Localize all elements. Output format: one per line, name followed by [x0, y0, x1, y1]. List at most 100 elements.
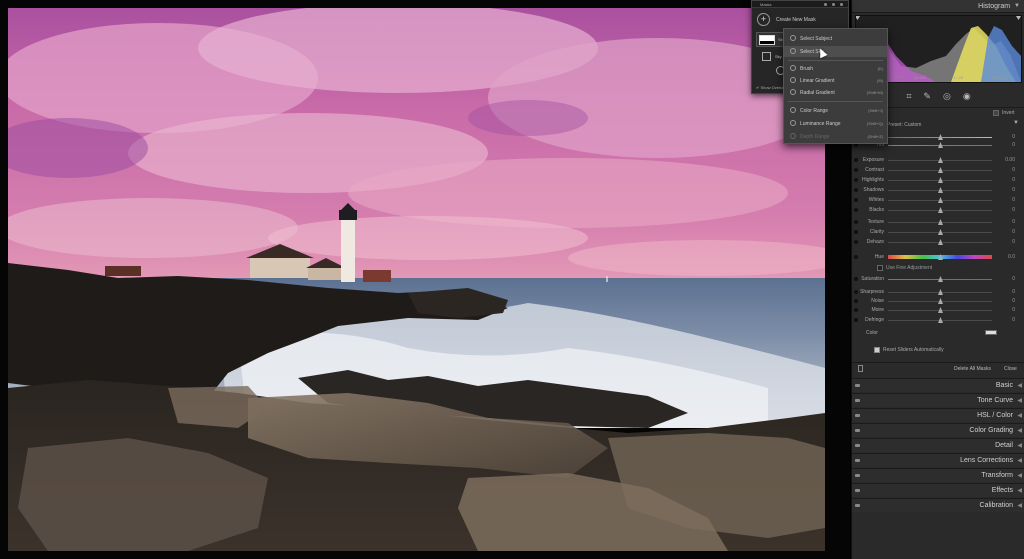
slider-exposure[interactable]: Exposure 0.00 [852, 156, 1024, 164]
expand-arrow-icon[interactable]: ◀ [1017, 412, 1022, 419]
slider-label: Moire [871, 307, 884, 313]
reset-sliders-checkbox[interactable] [874, 347, 880, 353]
plus-icon[interactable]: + [757, 13, 770, 26]
collapse-triangle-icon[interactable]: ▼ [1014, 3, 1020, 9]
section-toggle-switch[interactable] [855, 399, 860, 402]
slider-highlights[interactable]: Highlights 0 [852, 176, 1024, 184]
slider-value[interactable]: 0 [1012, 298, 1015, 304]
slider-sharpness[interactable]: Sharpness 0 [852, 288, 1024, 296]
masks-title: Masks [760, 2, 772, 7]
slider-saturation[interactable]: Saturation 0 [852, 275, 1024, 283]
expand-arrow-icon[interactable]: ◀ [1017, 397, 1022, 404]
section-color-grading[interactable]: Color Grading ◀ [852, 423, 1024, 437]
slider-noise[interactable]: Noise 0 [852, 297, 1024, 305]
red-eye-tool-icon[interactable]: ◎ [943, 91, 951, 102]
slider-value[interactable]: 0 [1012, 307, 1015, 313]
expand-arrow-icon[interactable]: ◀ [1017, 382, 1022, 389]
slider-value[interactable]: 0.0 [1008, 254, 1015, 260]
slider-hue[interactable]: Hue 0.0 [852, 253, 1024, 261]
menu-item-luminance-range[interactable]: Luminance Range (Shift+Q) [784, 118, 887, 129]
slider-value[interactable]: 0 [1012, 142, 1015, 148]
slider-value[interactable]: 0 [1012, 317, 1015, 323]
slider-value[interactable]: 0 [1012, 207, 1015, 213]
section-detail[interactable]: Detail ◀ [852, 438, 1024, 452]
menu-item-label: Color Range [800, 108, 829, 114]
crop-tool-icon[interactable]: ⌗ [906, 91, 911, 102]
slider-value[interactable]: 0 [1012, 219, 1015, 225]
slider-defringe[interactable]: Defringe 0 [852, 316, 1024, 324]
menu-item-select-subject[interactable]: Select Subject [784, 33, 887, 44]
slider-value[interactable]: 0 [1012, 289, 1015, 295]
section-toggle-switch[interactable] [855, 504, 860, 507]
slider-value[interactable]: 0 [1012, 134, 1015, 140]
section-tone-curve[interactable]: Tone Curve ◀ [852, 393, 1024, 407]
slider-value[interactable]: 0 [1012, 187, 1015, 193]
create-new-mask-row[interactable]: + Create New Mask [757, 13, 816, 26]
masking-tool-icon[interactable]: ◉ [963, 91, 971, 102]
slider-value[interactable]: 0 [1012, 276, 1015, 282]
section-label: Color Grading [969, 427, 1013, 434]
histogram-header[interactable]: Histogram ▼ [852, 0, 1024, 13]
exif-shutter: 1/60 sec [991, 75, 1007, 80]
photo-canvas[interactable] [0, 0, 850, 559]
menu-item-linear-gradient[interactable]: Linear Gradient (M) [784, 75, 887, 86]
trash-icon[interactable] [858, 365, 863, 372]
menu-item-depth-range[interactable]: Depth Range (Shift+Z) [784, 131, 887, 142]
section-toggle-switch[interactable] [855, 489, 860, 492]
menu-item-select-sky[interactable]: Select Sky [784, 46, 887, 57]
section-toggle-switch[interactable] [855, 444, 860, 447]
section-toggle-switch[interactable] [855, 459, 860, 462]
section-calibration[interactable]: Calibration ◀ [852, 498, 1024, 512]
slider-blacks[interactable]: Blacks 0 [852, 206, 1024, 214]
menu-item-icon [790, 133, 796, 139]
expand-arrow-icon[interactable]: ◀ [1017, 472, 1022, 479]
section-toggle-switch[interactable] [855, 384, 860, 387]
section-lens-corrections[interactable]: Lens Corrections ◀ [852, 453, 1024, 467]
slider-whites[interactable]: Whites 0 [852, 196, 1024, 204]
photo-with-sky-mask-overlay[interactable] [8, 8, 825, 551]
slider-value[interactable]: 0 [1012, 177, 1015, 183]
menu-item-brush[interactable]: Brush (K) [784, 63, 887, 74]
menu-item-label: Radial Gradient [800, 90, 835, 96]
expand-arrow-icon[interactable]: ◀ [1017, 457, 1022, 464]
healing-tool-icon[interactable]: ✎ [923, 91, 931, 102]
section-hsl-color[interactable]: HSL / Color ◀ [852, 408, 1024, 422]
expand-arrow-icon[interactable]: ◀ [1017, 442, 1022, 449]
menu-item-radial-gradient[interactable]: Radial Gradient (Shift+M) [784, 87, 887, 98]
fine-adjustment-checkbox[interactable] [877, 265, 883, 271]
section-toggle-switch[interactable] [855, 474, 860, 477]
slider-value[interactable]: 0 [1012, 229, 1015, 235]
minimize-icon[interactable] [824, 3, 827, 6]
menu-item-shortcut: (Shift+M) [866, 90, 883, 95]
section-toggle-switch[interactable] [855, 429, 860, 432]
section-effects[interactable]: Effects ◀ [852, 483, 1024, 497]
invert-checkbox[interactable] [993, 110, 999, 116]
color-swatch[interactable] [985, 330, 997, 335]
slider-value[interactable]: 0 [1012, 239, 1015, 245]
panel-close-icon[interactable] [840, 3, 843, 6]
slider-label: Exposure [862, 157, 884, 163]
expand-arrow-icon[interactable]: ◀ [1017, 502, 1022, 509]
slider-label: Hue [874, 254, 884, 260]
expand-arrow-icon[interactable]: ◀ [1017, 427, 1022, 434]
slider-contrast[interactable]: Contrast 0 [852, 166, 1024, 174]
help-icon[interactable] [832, 3, 835, 6]
slider-moire[interactable]: Moire 0 [852, 306, 1024, 314]
section-basic[interactable]: Basic ◀ [852, 378, 1024, 392]
expand-arrow-icon[interactable]: ◀ [1017, 487, 1022, 494]
preset-dropdown-icon[interactable]: ▼ [1013, 120, 1019, 126]
menu-item-color-range[interactable]: Color Range (Shift+J) [784, 105, 887, 116]
show-overlay-toggle[interactable]: ✔ Show Overlay [756, 85, 785, 90]
slider-value[interactable]: 0 [1012, 167, 1015, 173]
slider-value[interactable]: 0.00 [1005, 157, 1015, 163]
delete-all-masks-button[interactable]: Delete All Masks [954, 366, 991, 372]
masks-panel-header[interactable]: Masks [752, 1, 848, 8]
section-toggle-switch[interactable] [855, 414, 860, 417]
close-button[interactable]: Close [1004, 366, 1017, 372]
slider-value[interactable]: 0 [1012, 197, 1015, 203]
slider-shadows[interactable]: Shadows 0 [852, 186, 1024, 194]
slider-clarity[interactable]: Clarity 0 [852, 228, 1024, 236]
slider-texture[interactable]: Texture 0 [852, 218, 1024, 226]
section-transform[interactable]: Transform ◀ [852, 468, 1024, 482]
slider-dehaze[interactable]: Dehaze 0 [852, 238, 1024, 246]
